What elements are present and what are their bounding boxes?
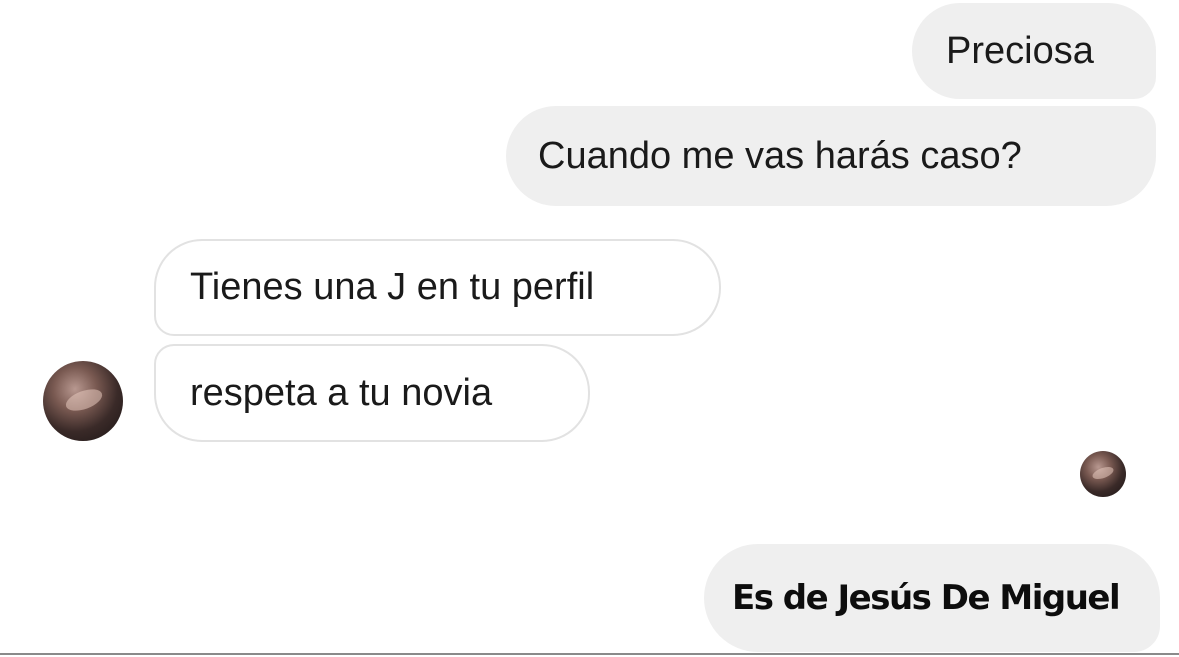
contact-avatar[interactable] [43, 361, 123, 441]
sent-message-bubble[interactable]: Preciosa [912, 3, 1156, 99]
message-text: Tienes una J en tu perfil [190, 266, 595, 308]
avatar-photo-detail [63, 385, 105, 415]
divider [0, 653, 1179, 655]
message-text: Cuando me vas harás caso? [538, 134, 1022, 177]
seen-indicator-avatar [1080, 451, 1126, 497]
received-message-bubble[interactable]: respeta a tu novia [154, 344, 590, 442]
message-text: Es de Jesús De Miguel [732, 578, 1121, 618]
message-text: respeta a tu novia [190, 371, 493, 414]
sent-message-bubble[interactable]: Es de Jesús De Miguel [704, 544, 1160, 652]
sent-message-bubble[interactable]: Cuando me vas harás caso? [506, 106, 1156, 206]
message-text: Preciosa [946, 29, 1094, 72]
chat-thread: Preciosa Cuando me vas harás caso? Tiene… [0, 0, 1179, 657]
avatar-photo-detail [1090, 464, 1116, 482]
received-message-bubble[interactable]: Tienes una J en tu perfil [154, 239, 721, 336]
